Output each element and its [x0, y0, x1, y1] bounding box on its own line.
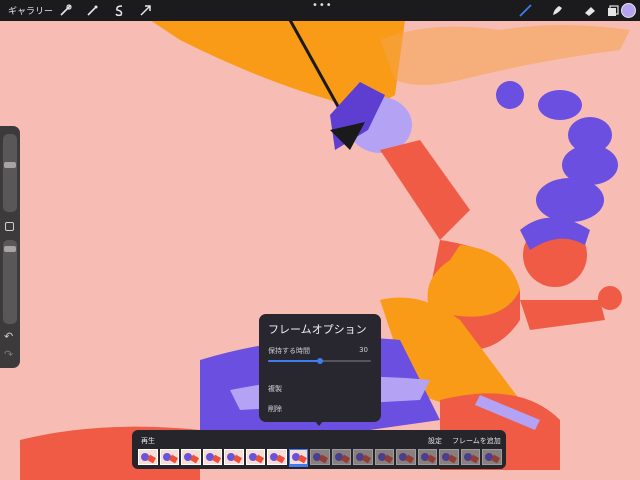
frame-thumbnail-shape: [254, 454, 264, 464]
transform-arrow-icon[interactable]: [138, 3, 153, 18]
timeline-frame[interactable]: [181, 449, 201, 465]
magic-wand-icon[interactable]: [85, 3, 100, 18]
color-swatch[interactable]: [621, 3, 636, 18]
eraser-icon[interactable]: [583, 3, 598, 18]
timeline-frame[interactable]: [374, 449, 394, 465]
timeline-frame[interactable]: [245, 449, 265, 465]
modify-button[interactable]: [5, 222, 14, 231]
frame-thumbnail-shape: [426, 454, 436, 464]
frame-thumbnail-shape: [469, 454, 479, 464]
brush-size-thumb[interactable]: [4, 162, 16, 168]
popup-title: フレームオプション: [268, 323, 367, 336]
more-menu-icon[interactable]: •••: [312, 0, 333, 11]
frame-thumbnail-shape: [275, 454, 286, 464]
frame-thumbnail-shape: [232, 454, 243, 464]
brush-icon[interactable]: [518, 3, 533, 18]
duplicate-button[interactable]: 複製: [268, 384, 282, 394]
frame-thumbnail-shape: [297, 454, 307, 464]
top-toolbar: ギャラリー •••: [0, 0, 640, 21]
hold-duration-label: 保持する時間: [268, 347, 310, 355]
hold-duration-knob[interactable]: [316, 358, 323, 364]
timeline-frame[interactable]: [439, 449, 459, 465]
frame-thumbnail-shape: [361, 454, 372, 464]
timeline-frame[interactable]: [460, 449, 480, 465]
play-button[interactable]: 再生: [141, 436, 155, 446]
timeline-frame[interactable]: [288, 449, 308, 465]
timeline-frame[interactable]: [138, 449, 158, 465]
brush-size-slider[interactable]: [3, 134, 17, 212]
timeline-frame[interactable]: [353, 449, 373, 465]
smudge-icon[interactable]: [550, 3, 565, 18]
frame-strip: [138, 449, 502, 465]
undo-icon[interactable]: ↶: [4, 330, 13, 343]
frame-thumbnail-shape: [146, 454, 157, 464]
frame-thumbnail-shape: [383, 454, 393, 464]
selection-icon[interactable]: [112, 3, 127, 18]
frame-thumbnail-shape: [211, 454, 221, 464]
hold-duration-fill: [268, 360, 320, 362]
timeline-frame[interactable]: [267, 449, 287, 465]
timeline-frame[interactable]: [159, 449, 179, 465]
opacity-slider[interactable]: [3, 240, 17, 324]
popup-pointer: [314, 420, 324, 426]
frame-thumbnail-shape: [168, 454, 178, 464]
frame-options-popup: フレームオプション 保持する時間 30 複製 削除: [259, 314, 381, 422]
redo-icon[interactable]: ↷: [4, 348, 13, 361]
timeline-frame[interactable]: [224, 449, 244, 465]
wrench-icon[interactable]: [58, 3, 73, 18]
opacity-thumb[interactable]: [4, 246, 16, 252]
frame-thumbnail-shape: [189, 454, 200, 464]
gallery-button[interactable]: ギャラリー: [8, 4, 53, 17]
frame-thumbnail-shape: [447, 454, 458, 464]
timeline-frame[interactable]: [202, 449, 222, 465]
add-frame-button[interactable]: フレームを追加: [452, 436, 501, 446]
animation-timeline: 再生 設定 フレームを追加: [132, 430, 506, 469]
frame-thumbnail-shape: [404, 454, 415, 464]
timeline-frame[interactable]: [482, 449, 502, 465]
timeline-frame[interactable]: [331, 449, 351, 465]
delete-button[interactable]: 削除: [268, 404, 282, 414]
left-sidebar: ↶ ↷: [0, 126, 20, 368]
timeline-frame[interactable]: [310, 449, 330, 465]
layers-icon[interactable]: [605, 3, 620, 18]
timeline-frame[interactable]: [396, 449, 416, 465]
timeline-frame[interactable]: [417, 449, 437, 465]
hold-duration-value: 30: [359, 346, 368, 354]
hold-duration-slider[interactable]: [268, 358, 371, 364]
frame-thumbnail-shape: [318, 454, 329, 464]
frame-thumbnail-shape: [340, 454, 350, 464]
frame-thumbnail-shape: [490, 454, 501, 464]
settings-button[interactable]: 設定: [428, 436, 442, 446]
